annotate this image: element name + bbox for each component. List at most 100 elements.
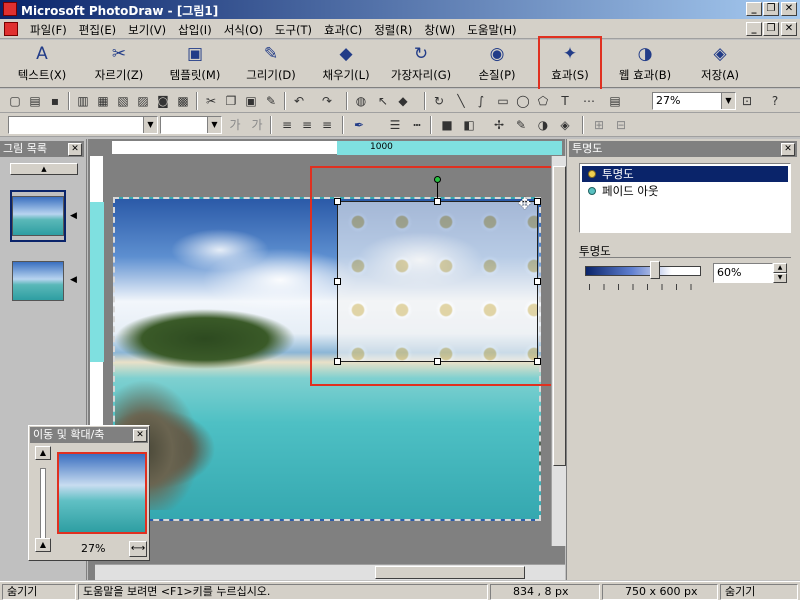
close-icon[interactable]: ✕ xyxy=(133,429,147,442)
redo-icon[interactable]: ↷ xyxy=(318,92,336,110)
opacity-slider-track[interactable] xyxy=(585,266,701,276)
close-icon[interactable]: ✕ xyxy=(781,143,795,156)
doc-close-button[interactable]: ✕ xyxy=(781,22,797,36)
color-balance-icon[interactable]: ◈ xyxy=(556,116,574,134)
bold-icon[interactable]: 가 xyxy=(226,116,244,134)
hide-right-toggle[interactable]: 숨기기 xyxy=(720,584,798,600)
menu-arrange[interactable]: 정렬(R) xyxy=(368,22,418,38)
thumbnail-image-2[interactable] xyxy=(12,261,64,301)
zoom-out-icon[interactable]: ▲ xyxy=(35,538,51,552)
pan-preview[interactable] xyxy=(57,452,147,534)
draw-button[interactable]: ✎ 그리기(D) xyxy=(238,44,304,86)
italic-icon[interactable]: 가 xyxy=(248,116,266,134)
group-icon[interactable]: ⊞ xyxy=(590,116,608,134)
opacity-slider-thumb[interactable] xyxy=(649,261,660,279)
brightness-icon[interactable]: ◑ xyxy=(534,116,552,134)
menu-format[interactable]: 서식(O) xyxy=(218,22,269,38)
copy-icon[interactable]: ❐ xyxy=(222,92,240,110)
font-select[interactable]: ▼ xyxy=(8,116,158,134)
zoom-select[interactable]: 27% ▼ xyxy=(652,92,736,110)
scrollbar-thumb[interactable] xyxy=(375,566,525,579)
edges-button[interactable]: ↻ 가장자리(G) xyxy=(384,44,458,86)
dots-icon[interactable]: ⋯ xyxy=(580,92,598,110)
close-icon[interactable]: ✕ xyxy=(68,143,82,156)
scrollbar-thumb[interactable] xyxy=(553,166,566,466)
effect-item-fade-out[interactable]: 페이드 아웃 xyxy=(582,183,788,199)
doc-minimize-button[interactable]: _ xyxy=(746,22,762,36)
save-icon[interactable]: ▪ xyxy=(46,92,64,110)
shape-icon[interactable]: ⬠ xyxy=(534,92,552,110)
ellipse-icon[interactable]: ◯ xyxy=(514,92,532,110)
zoom-fit-icon[interactable]: ⊡ xyxy=(738,92,756,110)
camera-icon[interactable]: ◙ xyxy=(154,92,172,110)
visual-open-icon[interactable]: ▨ xyxy=(134,92,152,110)
menu-view[interactable]: 보기(V) xyxy=(122,22,172,38)
zoom-slider[interactable]: ▲ ▲ xyxy=(35,446,51,554)
align-center-icon[interactable]: ≡ xyxy=(298,116,316,134)
touch-up-button[interactable]: ◉ 손질(P) xyxy=(466,44,528,86)
cut-icon[interactable]: ✂ xyxy=(202,92,220,110)
line-style-icon[interactable]: ☰ xyxy=(386,116,404,134)
3d-icon[interactable]: ◧ xyxy=(460,116,478,134)
doc-restore-button[interactable]: ❐ xyxy=(763,22,779,36)
paste-icon[interactable]: ▣ xyxy=(242,92,260,110)
line-color-icon[interactable]: ✒ xyxy=(350,116,368,134)
minimize-button[interactable]: _ xyxy=(746,2,762,16)
crop-button[interactable]: ✂ 자르기(Z) xyxy=(86,44,152,86)
fit-width-icon[interactable]: ⟷ xyxy=(129,541,147,557)
horizontal-scrollbar[interactable] xyxy=(95,564,565,580)
menu-window[interactable]: 창(W) xyxy=(418,22,461,38)
align-right-icon[interactable]: ≡ xyxy=(318,116,336,134)
menu-tools[interactable]: 도구(T) xyxy=(269,22,318,38)
zoom-track[interactable] xyxy=(40,468,46,544)
menu-effects[interactable]: 효과(C) xyxy=(318,22,368,38)
document-icon[interactable] xyxy=(4,22,18,36)
print-preview-icon[interactable]: ▦ xyxy=(94,92,112,110)
templates-button[interactable]: ▣ 템플릿(M) xyxy=(162,44,228,86)
print-icon[interactable]: ▥ xyxy=(74,92,92,110)
text-button[interactable]: A 텍스트(X) xyxy=(10,44,74,86)
spin-down-icon[interactable]: ▼ xyxy=(773,273,787,283)
menu-insert[interactable]: 삽입(I) xyxy=(172,22,218,38)
chevron-down-icon[interactable]: ▼ xyxy=(721,93,735,109)
format-painter-icon[interactable]: ✎ xyxy=(262,92,280,110)
close-button[interactable]: ✕ xyxy=(781,2,797,16)
line-icon[interactable]: ╲ xyxy=(452,92,470,110)
scroll-up-button[interactable]: ▲ xyxy=(10,163,78,175)
fill-button[interactable]: ◆ 채우기(L) xyxy=(314,44,378,86)
align-left-icon[interactable]: ≡ xyxy=(278,116,296,134)
ungroup-icon[interactable]: ⊟ xyxy=(612,116,630,134)
text-tool-icon[interactable]: T xyxy=(556,92,574,110)
paint-bucket-icon[interactable]: ◆ xyxy=(394,92,412,110)
effect-item-transparency[interactable]: 투명도 xyxy=(582,166,788,182)
scan-icon[interactable]: ▧ xyxy=(114,92,132,110)
spin-up-icon[interactable]: ▲ xyxy=(773,263,787,273)
scanner-icon[interactable]: ▩ xyxy=(174,92,192,110)
chevron-down-icon[interactable]: ▼ xyxy=(143,117,157,133)
rotate-icon[interactable]: ↻ xyxy=(430,92,448,110)
undo-icon[interactable]: ↶ xyxy=(290,92,308,110)
opacity-spinner[interactable]: ▲ ▼ xyxy=(773,263,787,283)
font-size-select[interactable]: ▼ xyxy=(160,116,222,134)
menu-edit[interactable]: 편집(E) xyxy=(73,22,122,38)
thumbnail-selected-frame[interactable] xyxy=(10,190,66,242)
menu-file[interactable]: 파일(F) xyxy=(24,22,73,38)
transform-icon[interactable]: ✢ xyxy=(490,116,508,134)
pointer-icon[interactable]: ↖ xyxy=(374,92,392,110)
picture-list-icon[interactable]: ▤ xyxy=(606,92,624,110)
save-button[interactable]: ◈ 저장(A) xyxy=(690,44,750,86)
vertical-scrollbar[interactable] xyxy=(551,156,567,546)
maximize-button[interactable]: ❐ xyxy=(763,2,779,16)
curve-icon[interactable]: ∫ xyxy=(472,92,490,110)
shadow-icon[interactable]: ■ xyxy=(438,116,456,134)
chevron-down-icon[interactable]: ▼ xyxy=(207,117,221,133)
app-icon[interactable] xyxy=(3,2,17,16)
zoom-in-icon[interactable]: ▲ xyxy=(35,446,51,460)
web-effects-button[interactable]: ◑ 웹 효과(B) xyxy=(610,44,680,86)
opacity-value-input[interactable]: 60% xyxy=(713,263,773,283)
web-icon[interactable]: ◍ xyxy=(352,92,370,110)
eyedropper-icon[interactable]: ✎ xyxy=(512,116,530,134)
hide-left-toggle[interactable]: 숨기기 xyxy=(2,584,76,600)
menu-help[interactable]: 도움말(H) xyxy=(461,22,522,38)
open-icon[interactable]: ▤ xyxy=(26,92,44,110)
